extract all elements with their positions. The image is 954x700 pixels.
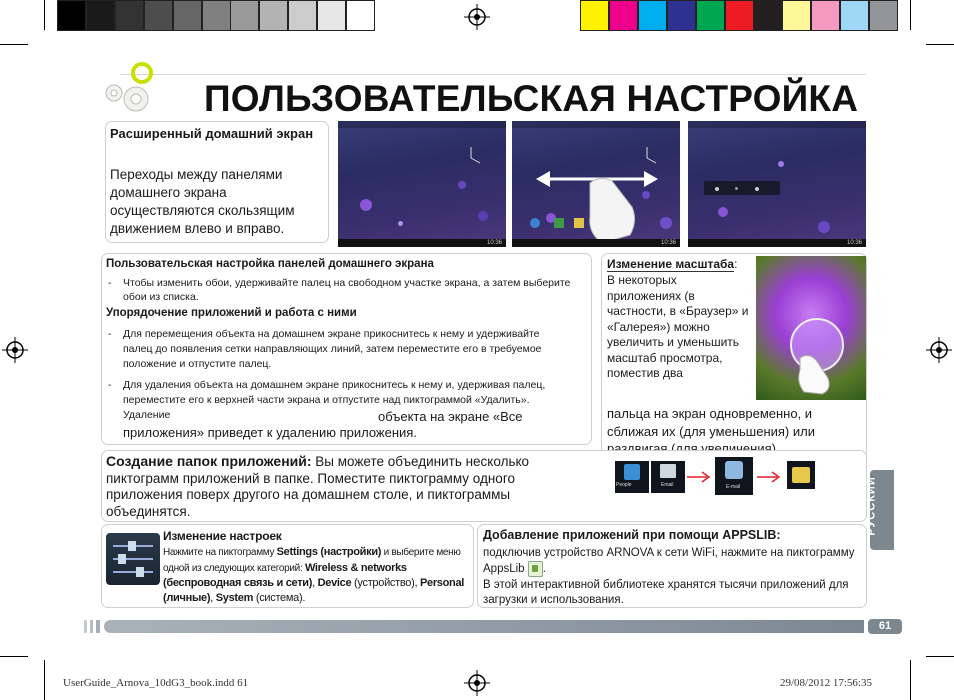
gray-swatch (288, 0, 318, 31)
color-swatch (724, 0, 754, 31)
app-icon (530, 218, 540, 228)
gray-swatch (85, 0, 115, 31)
people-app-icon: People (615, 461, 649, 493)
folders-panel: Создание папок приложений: Вы можете объ… (101, 450, 867, 522)
gray-swatch (57, 0, 86, 31)
app-icon (554, 218, 564, 228)
gray-swatch (201, 0, 231, 31)
crop-mark (0, 656, 28, 657)
merged-folder-icon: E-mail (715, 457, 753, 495)
gray-swatch (259, 0, 289, 31)
folder-icon (787, 461, 815, 489)
system-label: System (215, 591, 254, 604)
settings-icon (106, 533, 160, 585)
color-swatch (782, 0, 812, 31)
pinch-hand-icon (798, 354, 830, 395)
settings-text-pre: Нажмите на пиктограмму (163, 547, 277, 558)
right-arrow-icon (757, 471, 781, 483)
gray-swatch (230, 0, 260, 31)
color-swatch (608, 0, 638, 31)
settings-panel: Изменение настроек Нажмите на пиктограмм… (101, 524, 474, 608)
email-app-icon: Email (651, 461, 685, 493)
registration-mark-icon (2, 337, 28, 363)
right-arrow-icon (687, 471, 711, 483)
crop-mark (926, 44, 954, 45)
zoom-panel: Изменение масштаба: В некоторых приложен… (601, 253, 867, 462)
customize-panel: Пользовательская настройка панелей домаш… (101, 253, 592, 445)
folders-text: Создание папок приложений: Вы можете объ… (106, 453, 592, 520)
screen-clock: 10:36 (486, 240, 502, 246)
crop-mark (44, 0, 45, 30)
page-number: 61 (878, 620, 892, 632)
color-swatch (811, 0, 841, 31)
gray-swatch (317, 0, 347, 31)
registration-mark-icon (464, 670, 490, 696)
screenshot-home-2: 10:36 (512, 121, 680, 247)
list-bullet: - (108, 277, 112, 289)
crop-mark (926, 656, 954, 657)
crop-mark (910, 660, 911, 700)
screen-clock: 10:36 (846, 240, 862, 246)
appslib-line1-wrap: подключив устройство ARNOVA к сети WiFi,… (483, 547, 855, 577)
finger-icon (589, 177, 636, 243)
zoom-heading-colon: : (734, 257, 738, 271)
customize-item-1: Чтобы изменить обои, удерживайте палец н… (123, 277, 571, 303)
color-swatch (666, 0, 696, 31)
appslib-heading: Добавление приложений при помощи APPSLIB… (483, 528, 781, 542)
customize-heading: Пользовательская настройка панелей домаш… (106, 258, 434, 270)
gray-swatch (172, 0, 202, 31)
page-bar: 61 (84, 619, 902, 634)
gray-swatch (346, 0, 375, 31)
crop-mark (0, 44, 28, 45)
list-bullet: - (108, 379, 112, 391)
appslib-line2: В этой интерактивной библиотеке хранятся… (483, 579, 849, 606)
home-screen-heading: Расширенный домашний экран (110, 126, 314, 141)
zoom-heading: Изменение масштаба (607, 257, 735, 272)
appslib-panel: Добавление приложений при помощи APPSLIB… (477, 524, 867, 608)
zoom-heading-wrap: Изменение масштаба: (607, 257, 738, 272)
color-swatch (637, 0, 667, 31)
gray-swatch (143, 0, 173, 31)
language-label: РУССКИЙ (865, 476, 878, 536)
folders-heading: Создание папок приложений: (106, 453, 312, 469)
settings-heading: Изменение настроек (163, 529, 282, 543)
device-label: Device (317, 577, 352, 589)
header-rule (120, 74, 866, 75)
gears-icon (105, 62, 153, 112)
list-bullet: - (108, 328, 112, 340)
color-swatch (869, 0, 898, 31)
footer-file: UserGuide_Arnova_10dG3_book.indd 61 (63, 677, 249, 689)
customize-item-3b: объекта на экране «Все приложения» приве… (123, 409, 523, 440)
registration-mark-icon (464, 4, 490, 30)
settings-label: Settings (настройки) (276, 546, 382, 558)
color-swatch (840, 0, 870, 31)
screenshot-home-3: 10:36 (688, 121, 866, 247)
screen-clock: 10:36 (660, 240, 676, 246)
registration-mark-icon (926, 337, 952, 363)
customize-subheading: Упорядочение приложений и работа с ними (106, 307, 357, 319)
folder-icons-group: People Email E-mail (615, 457, 815, 497)
customize-item-2: Для перемещения объекта на домашнем экра… (123, 328, 542, 370)
language-side-tab: РУССКИЙ (866, 470, 894, 550)
color-swatch (753, 0, 783, 31)
settings-text: Нажмите на пиктограмму Settings (настрой… (163, 546, 465, 604)
page-title: ПОЛЬЗОВАТЕЛЬСКАЯ НАСТРОЙКА (204, 78, 859, 119)
color-swatch (695, 0, 725, 31)
crop-mark (910, 0, 911, 30)
gray-swatch (114, 0, 144, 31)
footer-date: 29/08/2012 17:56:35 (780, 677, 872, 689)
screenshot-home-1: 10:36 (338, 121, 506, 247)
color-swatch (580, 0, 609, 31)
appslib-icon (527, 561, 543, 577)
crop-mark (44, 660, 45, 700)
flower-photo (756, 256, 866, 400)
zoom-body-narrow: В некоторых приложениях (в частности, в … (607, 273, 749, 380)
home-screen-panel: Расширенный домашний экран Переходы межд… (105, 121, 329, 243)
home-screen-body: Переходы между панелями домашнего экрана… (110, 167, 295, 236)
